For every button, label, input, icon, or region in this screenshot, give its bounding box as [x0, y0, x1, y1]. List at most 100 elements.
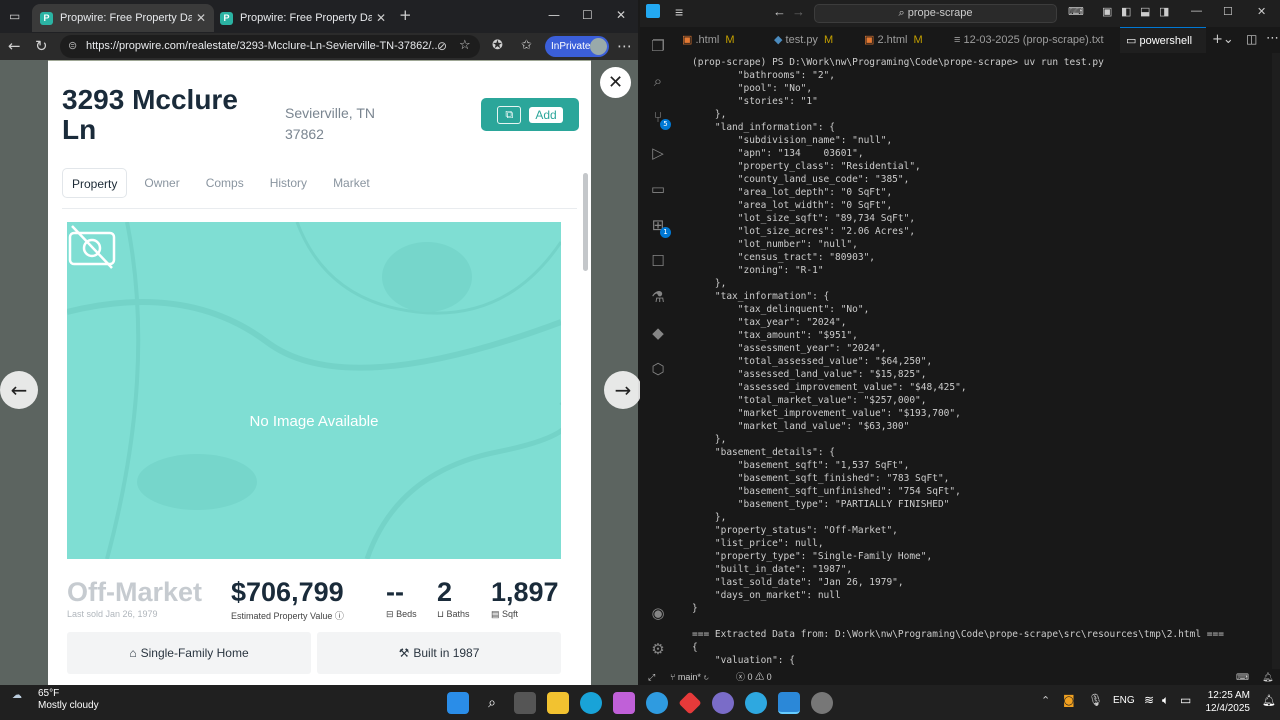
favorites-icon[interactable]: ✩ — [521, 37, 532, 55]
testing-icon[interactable]: ⚗ — [648, 287, 668, 307]
sidebar-toggle-icon[interactable]: ◧ — [1121, 5, 1131, 18]
new-terminal-icon[interactable]: +⌄ — [1212, 32, 1234, 47]
back-icon[interactable]: ← — [8, 37, 21, 55]
clock-date: 12/4/2025 — [1205, 703, 1251, 714]
task-view-icon[interactable] — [514, 692, 536, 714]
volume-icon[interactable]: 🔈︎ — [1162, 693, 1169, 708]
refresh-icon[interactable]: ↻ — [35, 37, 48, 55]
next-arrow-button[interactable]: → — [604, 371, 642, 409]
file-explorer-icon[interactable] — [547, 692, 569, 714]
start-icon[interactable] — [447, 692, 469, 714]
copilot-app-icon[interactable] — [613, 692, 635, 714]
tab-txt[interactable]: ≡ 12-03-2025 (prop-scrape).txt — [948, 27, 1120, 53]
site-info-icon[interactable]: ⊜ — [68, 35, 77, 58]
panel-toggle-icon[interactable]: ⬓ — [1140, 5, 1150, 18]
inprivate-badge[interactable]: InPrivate — [545, 36, 609, 57]
account-icon[interactable]: ◉ — [648, 603, 668, 623]
close-window-icon[interactable]: ✕ — [616, 6, 626, 24]
tab-test-py[interactable]: ◆ test.py M — [768, 27, 858, 53]
vscode-logo-icon — [646, 4, 660, 18]
clock[interactable]: 12:25 AM 12/4/2025 — [1200, 689, 1251, 715]
propwire-favicon: P — [220, 11, 233, 25]
close-window-icon[interactable]: ✕ — [1257, 5, 1266, 18]
add-button[interactable]: ⧉ Add — [481, 98, 579, 131]
more-menu-icon[interactable]: ⋯ — [617, 37, 632, 55]
favorite-star-icon[interactable]: ☆ — [459, 37, 471, 55]
menu-icon[interactable]: ≡ — [675, 4, 683, 20]
wifi-icon[interactable]: ≋ — [1144, 693, 1154, 707]
remote-icon[interactable]: ⤢ — [648, 669, 655, 685]
address-bar[interactable]: ⊜ https://propwire.com/realestate/3293-M… — [60, 35, 480, 58]
split-icon[interactable]: ◫ — [1246, 32, 1257, 46]
nav-forward-icon[interactable]: → — [792, 4, 805, 19]
chat-icon[interactable]: ☐ — [648, 251, 668, 271]
tab-owner[interactable]: Owner — [135, 168, 188, 198]
edge-dev-icon[interactable] — [745, 692, 767, 714]
copilot-icon[interactable]: ⌨ — [1068, 5, 1084, 18]
obs-app-icon[interactable] — [712, 692, 734, 714]
browser-tab-2[interactable]: P Propwire: Free Property Data | Re ✕ — [212, 4, 394, 32]
tab-powershell[interactable]: ▭ powershell — [1120, 27, 1206, 53]
explorer-icon[interactable]: ❐ — [648, 36, 668, 56]
run-debug-icon[interactable]: ▷ — [648, 143, 668, 163]
vscode-title-bar: ≡ ← → ⌕ prope-scrape ⌨ ▣ ◧ ⬓ ◨ — ☐ ✕ — [640, 0, 1280, 27]
edge-icon[interactable] — [580, 692, 602, 714]
tab-history[interactable]: History — [261, 168, 316, 198]
search-icon[interactable]: ⌕ — [481, 692, 503, 714]
close-modal-button[interactable]: ✕ — [600, 67, 631, 98]
edge-beta-icon[interactable] — [646, 692, 668, 714]
extensions-icon[interactable]: ⊞ 1 — [648, 215, 671, 238]
notification-icon[interactable]: 🔔︎ — [1262, 694, 1276, 707]
more-actions-icon[interactable]: ⋯ — [1266, 31, 1279, 46]
modal-scrollbar[interactable] — [583, 173, 588, 271]
map-pattern — [67, 222, 561, 559]
terminal-panel[interactable]: (prop-scrape) PS D:\Work\nw\Programing\C… — [676, 53, 1272, 669]
remote-explorer-icon[interactable]: ▭ — [648, 179, 668, 199]
tab-html[interactable]: ▣ .html M — [676, 27, 768, 53]
show-hidden-icons[interactable]: ⌃ — [1041, 694, 1050, 707]
close-tab-icon[interactable]: ✕ — [196, 11, 206, 25]
scm-badge: 5 — [660, 119, 671, 130]
nav-back-icon[interactable]: ← — [773, 4, 786, 19]
source-control-icon[interactable]: ⑂ 5 — [648, 107, 671, 130]
error-icon: ⓧ — [736, 672, 746, 682]
status-bar: ⤢ ⑂ main* ↻ ⓧ 0 ⚠ 0 ⌨ 🔔︎ — [640, 669, 1280, 685]
copilot-status-icon[interactable]: ⌨ — [1236, 669, 1249, 685]
browser-tab-1[interactable]: P Propwire: Free Property Data | Re ✕ — [32, 4, 214, 32]
problems-status[interactable]: ⓧ 0 ⚠ 0 — [736, 669, 772, 685]
command-center-search[interactable]: ⌕ prope-scrape — [814, 4, 1057, 23]
settings-gear-icon[interactable]: ⚙ — [648, 639, 668, 659]
minimize-icon[interactable]: — — [548, 6, 560, 24]
extensions-icon[interactable]: ✪ — [492, 37, 503, 55]
notifications-icon[interactable]: 🔔︎ — [1262, 669, 1273, 685]
maximize-icon[interactable]: ☐ — [1223, 5, 1233, 18]
maximize-icon[interactable]: ☐ — [582, 6, 593, 24]
secondary-sidebar-icon[interactable]: ◨ — [1159, 5, 1169, 18]
new-tab-button[interactable]: + — [399, 6, 412, 24]
tab-name: .html — [695, 34, 720, 46]
battery-icon[interactable]: ▭ — [1180, 693, 1191, 707]
tab-2-html[interactable]: ▣ 2.html M — [858, 27, 948, 53]
layout-icon[interactable]: ▣ — [1102, 5, 1112, 18]
tab-actions-icon[interactable]: ▭ — [9, 7, 20, 25]
vscode-taskbar-icon[interactable] — [778, 692, 800, 714]
info-icon[interactable]: ⓘ — [335, 611, 344, 621]
prev-arrow-button[interactable]: ← — [0, 371, 38, 409]
containers-icon[interactable]: ⬡ — [648, 359, 668, 379]
language-indicator[interactable]: ENG — [1113, 695, 1135, 706]
search-icon[interactable]: ⌕ — [648, 71, 668, 91]
branch-status[interactable]: ⑂ main* ↻ — [670, 669, 709, 685]
microphone-icon[interactable]: 🎙︎ — [1088, 693, 1103, 707]
red-app-icon[interactable] — [678, 691, 702, 715]
python-icon[interactable]: ◆ — [648, 323, 668, 343]
tab-property[interactable]: Property — [62, 168, 128, 198]
property-type-card: ⌂ Single-Family Home — [67, 632, 311, 674]
chrome-app-icon[interactable] — [811, 692, 833, 714]
tray-app-icon[interactable]: ◙ — [1063, 693, 1075, 707]
tracking-icon[interactable]: ⊘ — [437, 37, 447, 55]
close-tab-icon[interactable]: ✕ — [376, 11, 386, 25]
minimize-icon[interactable]: — — [1191, 5, 1202, 17]
tab-market[interactable]: Market — [324, 168, 379, 198]
weather-widget[interactable]: ☁ 65°F Mostly cloudy — [12, 688, 99, 712]
tab-comps[interactable]: Comps — [197, 168, 253, 198]
